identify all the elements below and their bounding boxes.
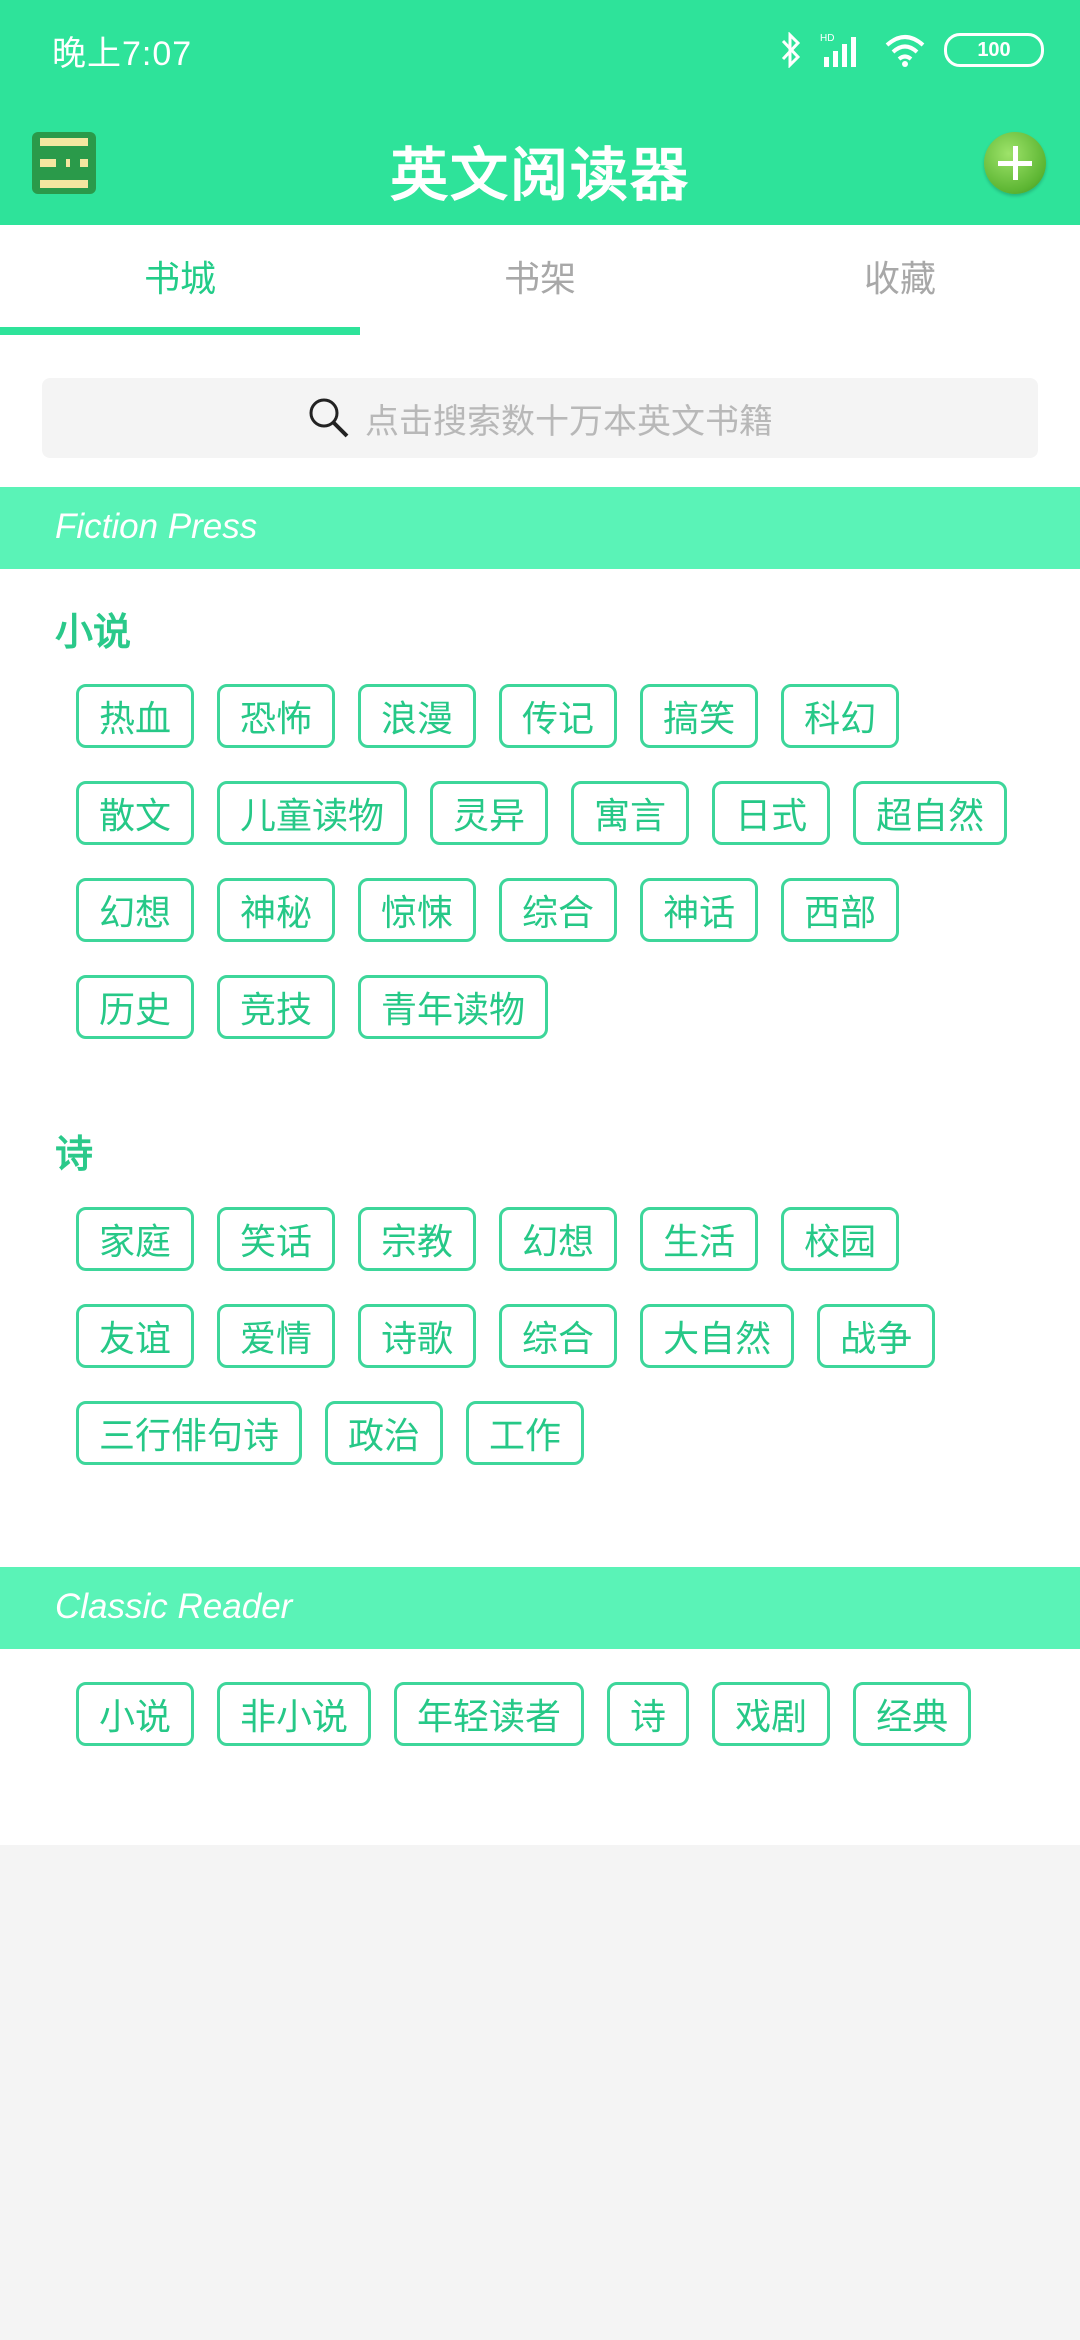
tag-chip[interactable]: 灵异	[430, 781, 549, 845]
tab-bar: 书城 书架 收藏	[0, 225, 1080, 335]
app-title: 英文阅读器	[389, 141, 690, 209]
tag-chip[interactable]: 日式	[712, 781, 831, 845]
tag-chip[interactable]: 宗教	[358, 1207, 477, 1271]
tag-chip[interactable]: 战争	[817, 1304, 936, 1368]
tag-chip[interactable]: 诗歌	[358, 1304, 477, 1368]
tag-chip[interactable]: 笑话	[217, 1207, 336, 1271]
tag-chip[interactable]: 校园	[781, 1207, 900, 1271]
tag-chip[interactable]: 散文	[76, 781, 195, 845]
tag-chip[interactable]: 戏剧	[712, 1682, 831, 1746]
tag-chip[interactable]: 竞技	[217, 975, 336, 1039]
tag-chip[interactable]: 家庭	[76, 1207, 195, 1271]
category-title-poetry: 诗	[55, 1132, 94, 1176]
tag-chip[interactable]: 浪漫	[358, 684, 477, 748]
tags-poetry: 家庭 笑话 宗教 幻想 生活 校园友谊 爱情 诗歌 综合 大自然 战争三行俳句诗 政治 工作	[76, 1207, 1036, 1465]
tab-bookstore[interactable]: 书城	[0, 225, 360, 335]
tag-chip[interactable]: 青年读物	[358, 975, 549, 1039]
tag-chip[interactable]: 非小说	[217, 1682, 372, 1746]
search-bar[interactable]: 点击搜索数十万本英文书籍	[42, 378, 1038, 458]
tag-chip[interactable]: 搞笑	[640, 684, 759, 748]
tag-chip[interactable]: 生活	[640, 1207, 759, 1271]
tab-favorites[interactable]: 收藏	[720, 225, 1080, 335]
status-icons: HD 100	[780, 28, 1044, 72]
status-bar: 晚上7:07 HD 100	[0, 0, 1080, 100]
section-classic-reader: Classic Reader	[0, 1567, 1080, 1649]
tag-chip[interactable]: 经典	[853, 1682, 972, 1746]
tag-chip[interactable]: 三行俳句诗	[76, 1401, 303, 1465]
search-icon	[309, 398, 349, 438]
bluetooth-icon	[781, 32, 801, 68]
tag-chip[interactable]: 超自然	[853, 781, 1008, 845]
tag-chip[interactable]: 寓言	[571, 781, 690, 845]
tags-novel: 热血 恐怖 浪漫 传记 搞笑 科幻散文 儿童读物 灵异 寓言 日式 超自然幻想 神秘 惊悚 综合 神话 西部历…	[76, 684, 1036, 1039]
bookstore-content: 点击搜索数十万本英文书籍 Fiction Press 小说 热血 恐怖 浪漫 传记 搞笑…	[0, 335, 1080, 1845]
tag-chip[interactable]: 科幻	[781, 684, 900, 748]
tag-chip[interactable]: 幻想	[499, 1207, 618, 1271]
tab-bookshelf[interactable]: 书架	[360, 225, 720, 335]
wifi-icon	[885, 35, 925, 67]
tags-classic: 小说 非小说 年轻读者诗戏剧 经典	[76, 1682, 1036, 1746]
signal-icon: HD	[820, 33, 856, 67]
tag-chip[interactable]: 历史	[76, 975, 195, 1039]
tag-chip[interactable]: 工作	[466, 1401, 585, 1465]
section-fiction-press: Fiction Press	[0, 487, 1080, 569]
tag-chip[interactable]: 友谊	[76, 1304, 195, 1368]
tag-chip[interactable]: 神话	[640, 878, 759, 942]
tag-chip[interactable]: 综合	[499, 1304, 618, 1368]
top-header: 晚上7:07 HD 100 英文阅读器	[0, 0, 1080, 225]
section-title: Classic Reader	[55, 1587, 293, 1626]
svg-text:HD: HD	[820, 33, 834, 44]
tag-chip[interactable]: 幻想	[76, 878, 195, 942]
tag-chip[interactable]: 恐怖	[217, 684, 336, 748]
tag-chip[interactable]: 政治	[325, 1401, 444, 1465]
tag-chip[interactable]: 热血	[76, 684, 195, 748]
tag-chip[interactable]: 惊悚	[358, 878, 477, 942]
tag-chip[interactable]: 神秘	[217, 878, 336, 942]
battery-icon: 100	[944, 33, 1044, 67]
app-bar: 英文阅读器	[0, 100, 1080, 225]
tag-chip[interactable]: 诗	[607, 1682, 690, 1746]
tag-chip[interactable]: 传记	[499, 684, 618, 748]
tag-chip[interactable]: 大自然	[640, 1304, 795, 1368]
section-title: Fiction Press	[55, 507, 258, 546]
category-title-novel: 小说	[55, 610, 132, 654]
tag-chip[interactable]: 年轻读者	[394, 1682, 585, 1746]
tag-chip[interactable]: 小说	[76, 1682, 195, 1746]
status-time: 晚上7:07	[52, 35, 193, 73]
tag-chip[interactable]: 儿童读物	[217, 781, 408, 845]
tag-chip[interactable]: 综合	[499, 878, 618, 942]
tag-chip[interactable]: 爱情	[217, 1304, 336, 1368]
tag-chip[interactable]: 西部	[781, 878, 900, 942]
add-icon[interactable]	[984, 132, 1046, 194]
search-placeholder: 点击搜索数十万本英文书籍	[365, 401, 773, 442]
